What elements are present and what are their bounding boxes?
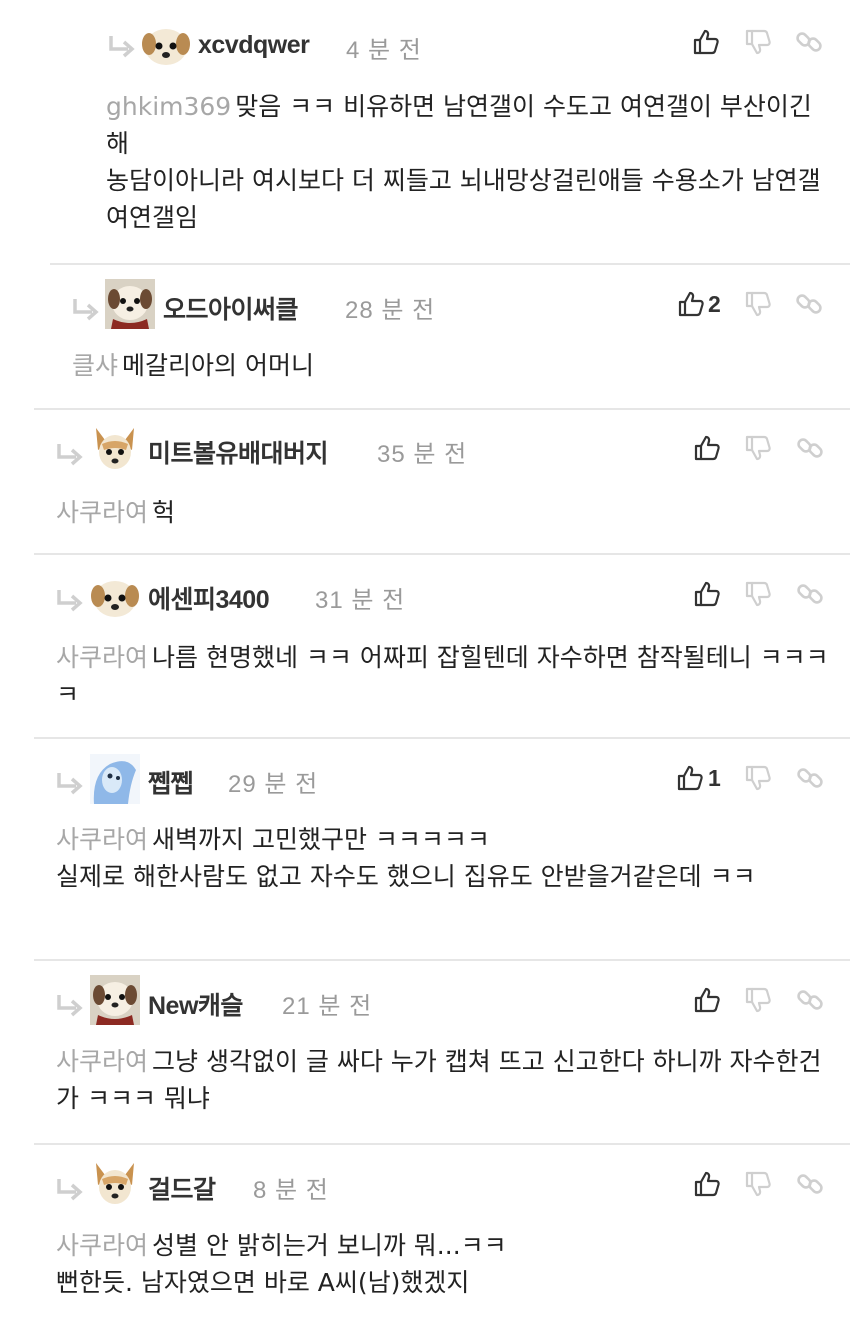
reply-arrow-icon [54, 442, 84, 466]
reply-arrow-icon [106, 34, 136, 58]
comment-body: 사쿠라여 헉 [56, 494, 830, 531]
comment-header: 걸드갈 8 분 전 [34, 1145, 850, 1229]
thumbs-down-icon[interactable] [744, 580, 772, 608]
thumbs-up-icon[interactable] [693, 434, 721, 462]
avatar[interactable] [90, 754, 140, 804]
comment-item: 미트볼유배대버지 35 분 전 사쿠라여 헉 [34, 408, 850, 555]
comment-author[interactable]: 에센피3400 [148, 580, 270, 616]
comment-body: 사쿠라여 성별 안 밝히는거 보니까 뭐...ㅋㅋ 뻔한듯. 남자였으면 바로 A… [56, 1227, 830, 1301]
thumbs-up-icon[interactable] [676, 764, 704, 792]
link-icon[interactable] [796, 1170, 824, 1198]
link-icon[interactable] [796, 764, 824, 792]
reply-mention[interactable]: 클샤 [72, 351, 118, 380]
comment-time: 29 분 전 [228, 771, 319, 798]
comment-text: 헉 [152, 498, 176, 527]
comment-item: 쩹쩹 29 분 전 1 사쿠라여 새벽까지 고민했구만 ㅋㅋㅋㅋㅋ 실제로 해한사… [34, 737, 850, 961]
reply-arrow-icon [70, 297, 100, 321]
avatar[interactable] [90, 1159, 140, 1209]
thumbs-up-icon[interactable] [692, 28, 720, 56]
comment-body: 사쿠라여 나름 현명했네 ㅋㅋ 어짜피 잡힐텐데 자수하면 참작될테니 ㅋㅋㅋㅋ [56, 639, 830, 713]
thumbs-down-icon[interactable] [744, 28, 772, 56]
comment-body: ghkim369 맞음 ㅋㅋ 비유하면 남연갤이 수도고 여연갤이 부산이긴해 농… [106, 88, 830, 236]
reply-mention[interactable]: 사쿠라여 [56, 825, 148, 854]
comment-header: 오드아이써클 28 분 전 2 [50, 265, 850, 349]
avatar[interactable] [90, 424, 140, 474]
comment-author[interactable]: 쩹쩹 [148, 764, 194, 800]
comment-item: New캐슬 21 분 전 사쿠라여 그냥 생각없이 글 싸다 누가 캡쳐 뜨고 신… [34, 959, 850, 1145]
comment-header: xcvdqwer 4 분 전 [66, 0, 850, 84]
comment-time: 35 분 전 [377, 441, 468, 468]
thumbs-down-icon[interactable] [744, 434, 772, 462]
reply-arrow-icon [54, 771, 84, 795]
comment-author[interactable]: 오드아이써클 [163, 290, 299, 326]
reply-mention[interactable]: 사쿠라여 [56, 1047, 148, 1076]
link-icon[interactable] [796, 986, 824, 1014]
thumbs-up-icon[interactable] [693, 986, 721, 1014]
thumbs-up-icon[interactable] [677, 290, 705, 318]
avatar[interactable] [90, 572, 140, 622]
comment-author[interactable]: 미트볼유배대버지 [148, 434, 329, 470]
reply-mention[interactable]: 사쿠라여 [56, 643, 148, 672]
comment-item: 오드아이써클 28 분 전 2 클샤 메갈리아의 어머니 [50, 263, 850, 409]
reply-mention[interactable]: 사쿠라여 [56, 1231, 148, 1260]
avatar[interactable] [105, 279, 155, 329]
thumbs-up-icon[interactable] [693, 1170, 721, 1198]
comment-item: 걸드갈 8 분 전 사쿠라여 성별 안 밝히는거 보니까 뭐...ㅋㅋ 뻔한듯. … [34, 1143, 850, 1323]
comment-time: 31 분 전 [315, 587, 406, 614]
comment-time: 21 분 전 [282, 993, 373, 1020]
thumbs-down-icon[interactable] [744, 986, 772, 1014]
comment-header: New캐슬 21 분 전 [34, 961, 850, 1045]
reply-mention[interactable]: 사쿠라여 [56, 498, 148, 527]
comment-author[interactable]: New캐슬 [148, 986, 243, 1022]
reply-arrow-icon [54, 588, 84, 612]
comment-time: 4 분 전 [346, 37, 422, 64]
comment-text: 새벽까지 고민했구만 ㅋㅋㅋㅋㅋ 실제로 해한사람도 없고 자수도 했으니 집유… [56, 825, 756, 891]
comment-author[interactable]: xcvdqwer [198, 31, 310, 60]
reply-arrow-icon [54, 1177, 84, 1201]
thumbs-down-icon[interactable] [744, 764, 772, 792]
comment-body: 클샤 메갈리아의 어머니 [72, 347, 830, 384]
comment-thread: { "comments": [ { "nick": "xcvdqwer", "t… [0, 0, 850, 1323]
comment-time: 28 분 전 [345, 297, 436, 324]
like-count: 2 [708, 291, 721, 317]
comment-header: 에센피3400 31 분 전 [34, 555, 850, 639]
thumbs-down-icon[interactable] [744, 1170, 772, 1198]
link-icon[interactable] [796, 434, 824, 462]
link-icon[interactable] [796, 580, 824, 608]
thumbs-down-icon[interactable] [744, 290, 772, 318]
reply-arrow-icon [54, 993, 84, 1017]
thumbs-up-icon[interactable] [693, 580, 721, 608]
comment-time: 8 분 전 [253, 1177, 329, 1204]
like-count: 1 [708, 765, 721, 791]
comment-text: 메갈리아의 어머니 [122, 351, 314, 380]
avatar[interactable] [141, 20, 191, 70]
link-icon[interactable] [795, 290, 823, 318]
comment-item: 에센피3400 31 분 전 사쿠라여 나름 현명했네 ㅋㅋ 어짜피 잡힐텐데 자… [34, 553, 850, 739]
link-icon[interactable] [795, 28, 823, 56]
comment-body: 사쿠라여 그냥 생각없이 글 싸다 누가 캡쳐 뜨고 신고한다 하니까 자수한건가… [56, 1043, 830, 1117]
comment-header: 쩹쩹 29 분 전 1 [34, 739, 850, 823]
reply-mention[interactable]: ghkim369 [106, 92, 231, 121]
comment-body: 사쿠라여 새벽까지 고민했구만 ㅋㅋㅋㅋㅋ 실제로 해한사람도 없고 자수도 했으… [56, 821, 830, 895]
avatar[interactable] [90, 975, 140, 1025]
comment-text: 그냥 생각없이 글 싸다 누가 캡쳐 뜨고 신고한다 하니까 자수한건가 ㅋㅋㅋ… [56, 1047, 822, 1113]
comment-header: 미트볼유배대버지 35 분 전 [34, 410, 850, 494]
comment-item: xcvdqwer 4 분 전 ghkim369 맞음 ㅋㅋ 비유하면 남연갤이 수… [66, 0, 850, 263]
comment-author[interactable]: 걸드갈 [148, 1170, 216, 1206]
comment-text: 나름 현명했네 ㅋㅋ 어짜피 잡힐텐데 자수하면 참작될테니 ㅋㅋㅋㅋ [56, 643, 829, 709]
